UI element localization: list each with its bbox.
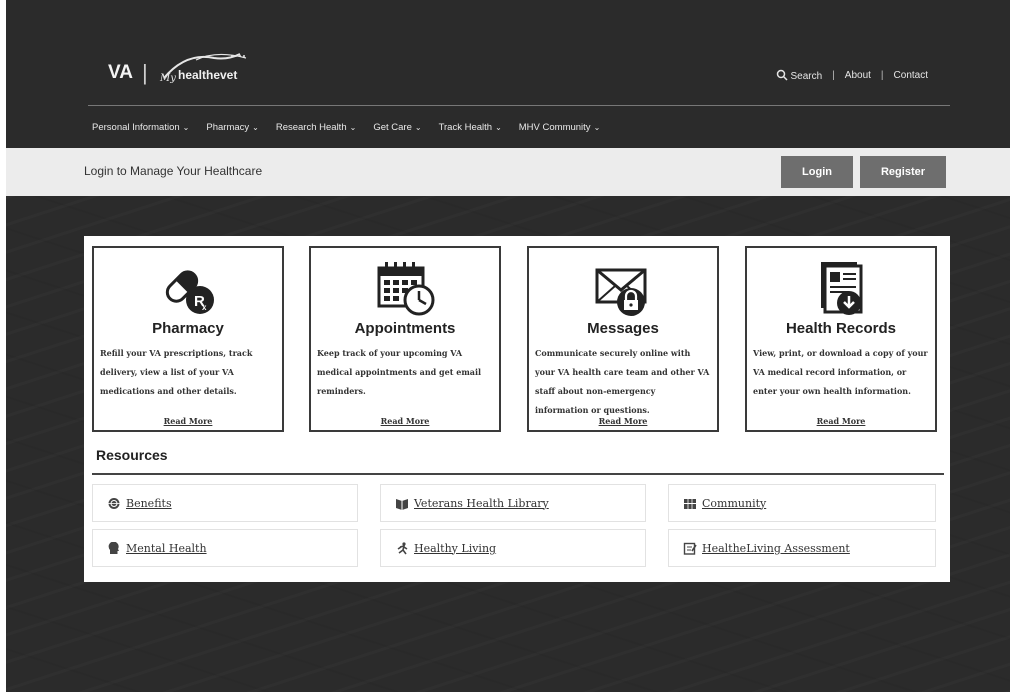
resource-community[interactable]: Community: [668, 484, 936, 522]
card-title: Health Records: [785, 320, 897, 337]
link-divider: |: [880, 70, 884, 81]
chevron-down-icon: ⌄: [414, 123, 422, 132]
page-frame: VA | My healthevet Search | About | Cont…: [6, 0, 1010, 692]
resource-healthy-living[interactable]: Healthy Living: [380, 529, 646, 567]
nav-personal-information[interactable]: Personal Information ⌄: [92, 122, 189, 133]
clipboard-icon: [683, 542, 697, 555]
register-button[interactable]: Register: [860, 156, 946, 188]
nav-label: Get Care: [373, 122, 412, 133]
resource-label: HealtheLiving Assessment: [702, 541, 850, 555]
health-records-card[interactable]: Health Records View, print, or download …: [745, 246, 937, 432]
chevron-down-icon: ⌄: [182, 123, 190, 132]
card-description: Keep track of your upcoming VA medical a…: [317, 348, 482, 396]
about-link[interactable]: About: [845, 70, 871, 81]
card-title: Messages: [587, 320, 659, 337]
svg-text:My: My: [159, 73, 176, 84]
va-logo[interactable]: VA: [108, 62, 133, 84]
login-prompt: Login to Manage Your Healthcare: [84, 164, 263, 178]
login-bar: Login to Manage Your Healthcare Login Re…: [6, 148, 1010, 196]
header-divider: [88, 105, 950, 106]
resource-veterans-health-library[interactable]: Veterans Health Library: [380, 484, 646, 522]
card-title: Pharmacy: [152, 320, 224, 337]
messages-card[interactable]: Messages Communicate securely online wit…: [527, 246, 719, 432]
logo-divider: |: [142, 60, 148, 85]
contact-link[interactable]: Contact: [894, 70, 928, 81]
nav-pharmacy[interactable]: Pharmacy ⌄: [206, 122, 258, 133]
running-icon: [397, 541, 408, 554]
card-description: View, print, or download a copy of your …: [753, 348, 928, 396]
main-nav: Personal Information ⌄ Pharmacy ⌄ Research…: [92, 122, 600, 133]
nav-label: MHV Community: [518, 122, 591, 133]
chevron-down-icon: ⌄: [349, 123, 357, 132]
login-button[interactable]: Login: [781, 156, 853, 188]
nav-get-care[interactable]: Get Care ⌄: [373, 122, 421, 133]
people-icon: [684, 498, 696, 509]
utility-links: Search | About | Contact: [776, 69, 928, 82]
pharmacy-card[interactable]: R x Pharmacy Refill your VA prescription…: [92, 246, 284, 432]
resource-benefits[interactable]: Benefits: [92, 484, 358, 522]
pill-rx-icon: R x: [165, 270, 214, 314]
svg-text:x: x: [202, 303, 207, 312]
nav-mhv-community[interactable]: MHV Community ⌄: [519, 122, 601, 133]
resource-label: Mental Health: [126, 541, 207, 555]
read-more-link[interactable]: Read More: [311, 416, 499, 426]
resource-mental-health[interactable]: Mental Health: [92, 529, 358, 567]
calendar-clock-icon: [377, 262, 435, 316]
records-download-icon: [821, 262, 863, 315]
nav-track-health[interactable]: Track Health ⌄: [439, 122, 502, 133]
resources-divider: [92, 473, 944, 475]
chevron-down-icon: ⌄: [495, 123, 502, 132]
link-divider: |: [832, 70, 835, 81]
card-description: Communicate securely online with your VA…: [535, 348, 710, 415]
myhealthevet-logo[interactable]: My healthevet: [156, 48, 266, 88]
resources-heading: Resources: [96, 447, 168, 463]
nav-label: Personal Information: [92, 122, 180, 133]
nav-label: Research Health: [275, 122, 347, 133]
svg-text:healthevet: healthevet: [178, 68, 237, 82]
search-label: Search: [790, 71, 823, 82]
read-more-link[interactable]: Read More: [529, 416, 717, 426]
search-link[interactable]: Search: [776, 69, 822, 82]
card-title: Appointments: [354, 320, 456, 337]
resource-label: Veterans Health Library: [414, 496, 549, 510]
card-description: Refill your VA prescriptions, track deli…: [100, 348, 253, 396]
read-more-link[interactable]: Read More: [94, 416, 282, 426]
nav-label: Track Health: [438, 122, 493, 133]
read-more-link[interactable]: Read More: [747, 416, 935, 426]
envelope-lock-icon: [595, 268, 647, 316]
search-icon: [777, 69, 789, 81]
content-panel: R x Pharmacy Refill your VA prescription…: [84, 236, 950, 582]
chevron-down-icon: ⌄: [252, 123, 259, 132]
globe-icon: [108, 497, 120, 509]
nav-label: Pharmacy: [206, 122, 250, 133]
appointments-card[interactable]: Appointments Keep track of your upcoming…: [309, 246, 501, 432]
resource-label: Healthy Living: [414, 541, 497, 555]
resource-label: Community: [702, 496, 767, 510]
book-icon: [396, 498, 408, 510]
resource-healtheliving-assessment[interactable]: HealtheLiving Assessment: [668, 529, 936, 567]
head-icon: [108, 541, 119, 554]
chevron-down-icon: ⌄: [593, 123, 601, 132]
nav-research-health[interactable]: Research Health ⌄: [276, 122, 356, 133]
resource-label: Benefits: [126, 496, 172, 510]
